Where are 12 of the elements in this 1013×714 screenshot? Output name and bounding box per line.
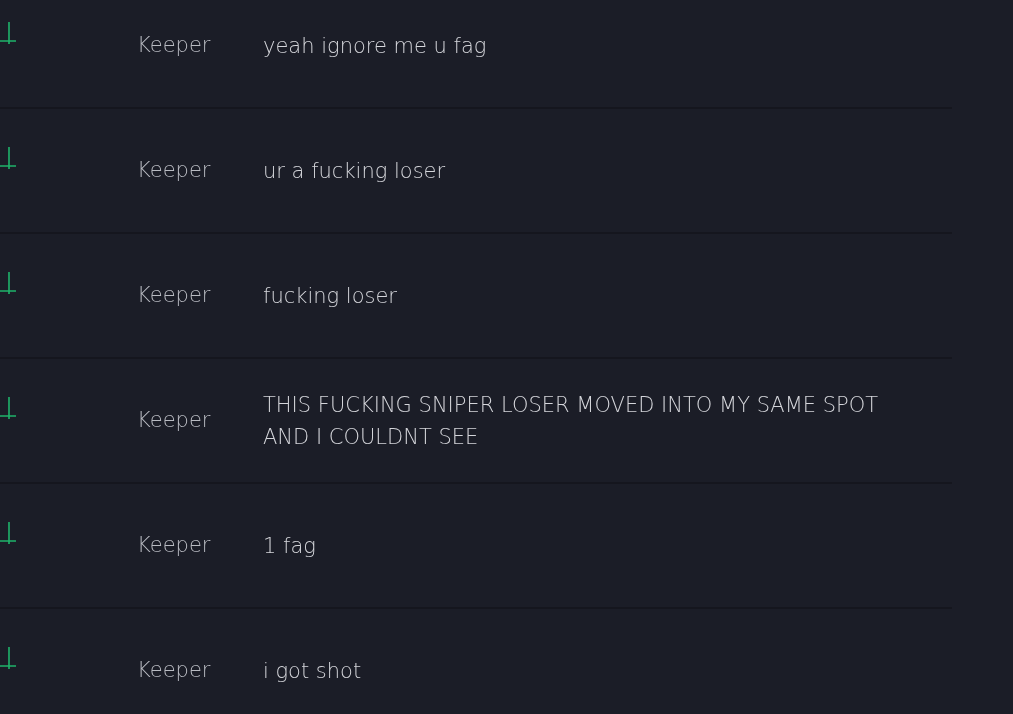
- message-text: 1 fag: [263, 532, 316, 560]
- author-name: Keeper: [137, 531, 211, 559]
- message-text: fucking loser: [263, 282, 397, 310]
- author-name: Keeper: [137, 156, 211, 184]
- message-text: i got shot: [263, 657, 362, 685]
- author-name: Keeper: [137, 656, 211, 684]
- message-text: THIS FUCKING SNIPER LOSER MOVED INTO MY SAME SPOT AND I COULDNT SEE: [263, 391, 880, 451]
- author-name: Keeper: [137, 31, 211, 59]
- message-text: ur a fucking loser: [263, 157, 446, 185]
- author-name: Keeper: [137, 281, 211, 309]
- message-text: yeah ignore me u fag: [263, 32, 487, 60]
- author-name: Keeper: [137, 406, 211, 434]
